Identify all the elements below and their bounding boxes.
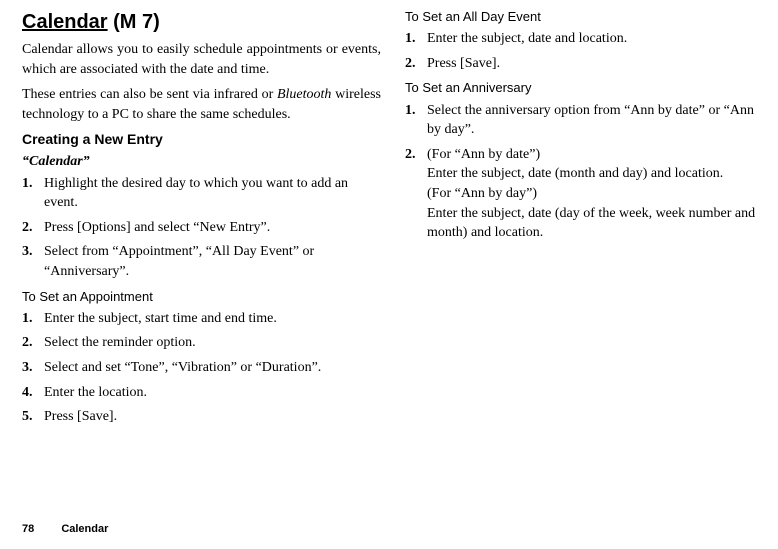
anniv-step: 2. (For “Ann by date”) Enter the subject… — [405, 145, 764, 243]
step-number: 1. — [405, 29, 427, 49]
appt-step: 3. Select and set “Tone”, “Vibration” or… — [22, 358, 381, 378]
allday-step: 2. Press [Save]. — [405, 54, 764, 74]
step-number: 2. — [22, 218, 44, 238]
page-content: Calendar (M 7) Calendar allows you to ea… — [0, 0, 778, 432]
footer: 78 Calendar — [22, 522, 108, 537]
step-text: Select from “Appointment”, “All Day Even… — [44, 242, 381, 281]
heading-allday: To Set an All Day Event — [405, 8, 764, 26]
step-number: 2. — [405, 54, 427, 74]
intro-para-1: Calendar allows you to easily schedule a… — [22, 40, 381, 79]
left-column: Calendar (M 7) Calendar allows you to ea… — [22, 8, 381, 432]
step-text: Select and set “Tone”, “Vibration” or “D… — [44, 358, 381, 378]
step-text: Press [Save]. — [427, 54, 764, 74]
title-main: Calendar — [22, 11, 108, 33]
page-number: 78 — [22, 523, 34, 535]
title: Calendar (M 7) — [22, 8, 381, 36]
appt-step: 4. Enter the location. — [22, 383, 381, 403]
step-text: Enter the subject, date and location. — [427, 29, 764, 49]
right-column: To Set an All Day Event 1. Enter the sub… — [405, 8, 764, 432]
anniv-2c: (For “Ann by day”) — [427, 186, 537, 201]
step-number: 1. — [405, 101, 427, 140]
anniv-2d: Enter the subject, date (day of the week… — [427, 206, 755, 241]
para2-bluetooth: Bluetooth — [277, 87, 331, 102]
para2-part-a: These entries can also be sent via infra… — [22, 87, 277, 102]
create-step: 3. Select from “Appointment”, “All Day E… — [22, 242, 381, 281]
anniv-2b: Enter the subject, date (month and day) … — [427, 166, 723, 181]
step-text: Enter the location. — [44, 383, 381, 403]
step-text: Select the anniversary option from “Ann … — [427, 101, 764, 140]
heading-anniversary: To Set an Anniversary — [405, 79, 764, 97]
step-number: 2. — [22, 333, 44, 353]
anniv-2a: (For “Ann by date”) — [427, 147, 540, 162]
step-number: 5. — [22, 407, 44, 427]
heading-create: Creating a New Entry — [22, 130, 381, 150]
step-number: 4. — [22, 383, 44, 403]
anniv-step: 1. Select the anniversary option from “A… — [405, 101, 764, 140]
step-number: 3. — [22, 358, 44, 378]
step-text: Enter the subject, start time and end ti… — [44, 309, 381, 329]
intro-para-2: These entries can also be sent via infra… — [22, 85, 381, 124]
title-suffix: (M 7) — [108, 11, 160, 33]
step-number: 1. — [22, 174, 44, 213]
footer-section: Calendar — [61, 523, 108, 535]
step-number: 2. — [405, 145, 427, 243]
appt-step: 5. Press [Save]. — [22, 407, 381, 427]
appt-step: 1. Enter the subject, start time and end… — [22, 309, 381, 329]
create-step: 1. Highlight the desired day to which yo… — [22, 174, 381, 213]
allday-step: 1. Enter the subject, date and location. — [405, 29, 764, 49]
step-text: Select the reminder option. — [44, 333, 381, 353]
heading-appointment: To Set an Appointment — [22, 288, 381, 306]
path-calendar: “Calendar” — [22, 152, 381, 172]
step-text: Press [Save]. — [44, 407, 381, 427]
step-text: Highlight the desired day to which you w… — [44, 174, 381, 213]
step-number: 1. — [22, 309, 44, 329]
step-number: 3. — [22, 242, 44, 281]
step-text: Press [Options] and select “New Entry”. — [44, 218, 381, 238]
appt-step: 2. Select the reminder option. — [22, 333, 381, 353]
create-step: 2. Press [Options] and select “New Entry… — [22, 218, 381, 238]
step-text: (For “Ann by date”) Enter the subject, d… — [427, 145, 764, 243]
